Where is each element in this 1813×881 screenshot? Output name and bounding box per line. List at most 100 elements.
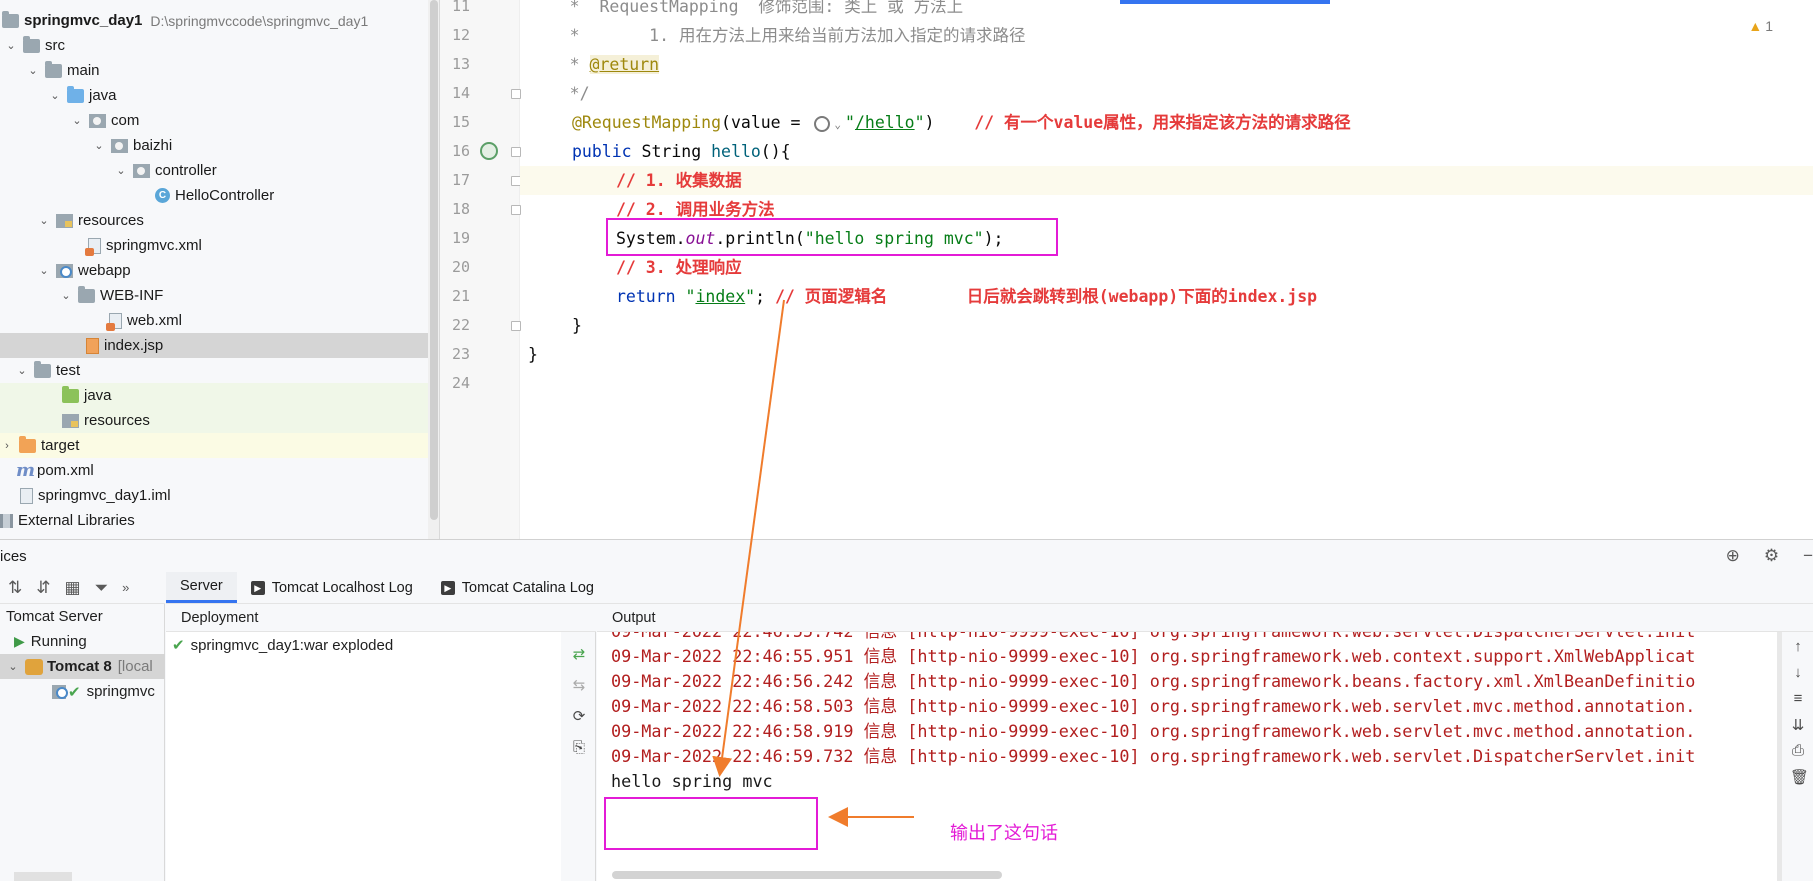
web-folder-icon [56, 263, 73, 278]
services-toolbar: ⇅ ⇵ ▦ ⏷ » [0, 572, 165, 604]
log-line: 09-Mar-2022 22:46:58.503 信息 [http-nio-99… [611, 696, 1696, 716]
services-tree: Tomcat Server ▶ Running ⌄ Tomcat 8 [loca… [0, 604, 165, 881]
code-line-14: */ [520, 84, 590, 103]
output-horizontal-scrollbar[interactable] [612, 871, 1002, 879]
request-mapping-gutter-icon[interactable] [480, 142, 498, 160]
more-icon[interactable]: » [122, 580, 129, 595]
test-folder-icon [62, 385, 79, 403]
tree-item-com[interactable]: ⌄ com [0, 108, 428, 133]
chevron-down-icon[interactable]: ⌄ [92, 139, 106, 152]
deploy-icon[interactable]: ⇄ [570, 646, 588, 664]
tree-item-springmvc-xml[interactable]: springmvc.xml [0, 233, 428, 258]
tree-item-pom-xml[interactable]: m pom.xml [0, 458, 428, 483]
tree-item-main[interactable]: ⌄ main [0, 58, 428, 83]
package-icon [133, 163, 150, 178]
output-header: Output [597, 604, 1813, 632]
project-scrollbar[interactable] [428, 0, 439, 539]
services-tree-scrollbar[interactable] [14, 872, 72, 881]
tree-item-tomcat-server[interactable]: Tomcat Server [0, 604, 165, 629]
warning-icon: ▲ [1748, 18, 1763, 34]
scroll-down-icon[interactable]: ↓ [1790, 664, 1806, 681]
jsp-file-icon [86, 337, 99, 354]
tree-item-index-jsp[interactable]: index.jsp [0, 333, 428, 358]
soft-wrap-icon[interactable]: ≡ [1790, 690, 1806, 707]
gear-icon[interactable]: ⚙ [1764, 546, 1779, 566]
minimize-icon[interactable]: − [1803, 546, 1813, 566]
line-number: 19 [451, 229, 470, 247]
collapse-all-icon[interactable]: ⇵ [36, 578, 50, 598]
chevron-down-icon[interactable]: ⌄ [6, 660, 20, 673]
tree-item-test[interactable]: ⌄ test [0, 358, 428, 383]
clear-icon[interactable]: 🗑 [1790, 768, 1809, 786]
source-folder-icon [67, 85, 84, 103]
target-icon[interactable]: ⊕ [1726, 546, 1740, 566]
tree-item-artifact[interactable]: ✔ springmvc [0, 679, 165, 704]
folder-icon [34, 360, 51, 378]
line-number: 21 [451, 287, 470, 305]
tree-item-test-java[interactable]: java [0, 383, 428, 408]
tree-item-java[interactable]: ⌄ java [0, 83, 428, 108]
code-editor[interactable]: 11 12 13 14 15 16 17 18 19 20 21 22 23 2… [440, 0, 1813, 539]
chevron-down-icon[interactable]: ⌄ [4, 39, 18, 52]
deployment-item[interactable]: ✔ springmvc_day1:war exploded [172, 636, 393, 655]
tree-item-webapp[interactable]: ⌄ webapp [0, 258, 428, 283]
code-line-20: // 3. 处理响应 [616, 258, 742, 277]
globe-icon[interactable] [814, 115, 831, 132]
chevron-down-icon[interactable]: ⌄ [48, 89, 62, 102]
tree-item-web-inf[interactable]: ⌄ WEB-INF [0, 283, 428, 308]
inspection-warning-badge[interactable]: ▲ 1 [1748, 18, 1773, 34]
chevron-right-icon[interactable]: › [0, 440, 14, 452]
tree-item-web-xml[interactable]: web.xml [0, 308, 428, 333]
tree-item-tomcat8[interactable]: ⌄ Tomcat 8 [local [0, 654, 165, 679]
print-icon[interactable]: ⎙ [1790, 742, 1806, 759]
chevron-down-icon[interactable]: ⌄ [70, 114, 84, 127]
scroll-to-end-icon[interactable]: ⇊ [1790, 716, 1806, 734]
tree-root[interactable]: springmvc_day1 D:\springmvccode\springmv… [0, 8, 428, 33]
update-icon[interactable]: ⎘ [570, 739, 588, 757]
code-line-15: @RequestMapping(value = ⌄ "/hello") // 有一… [572, 113, 1351, 132]
tree-item-hellocontroller[interactable]: C HelloController [0, 183, 428, 208]
tree-item-target[interactable]: › target [0, 433, 428, 458]
output-side-toolbar: ↑ ↓ ≡ ⇊ ⎙ 🗑 [1782, 632, 1813, 881]
excluded-folder-icon [19, 435, 36, 453]
code-line-17: // 1. 收集数据 [520, 166, 1813, 195]
xml-file-icon [85, 237, 101, 256]
tree-item-running[interactable]: ▶ Running [0, 629, 165, 654]
log-line: 09-Mar-2022 22:46:56.242 信息 [http-nio-99… [611, 671, 1696, 691]
tree-item-test-resources[interactable]: resources [0, 408, 428, 433]
line-number: 15 [451, 113, 470, 131]
services-title-actions: ⊕ ⚙ − [1726, 546, 1813, 566]
chevron-down-icon[interactable]: ⌄ [59, 289, 73, 302]
chevron-down-icon[interactable]: ⌄ [15, 364, 29, 377]
tree-item-resources[interactable]: ⌄ resources [0, 208, 428, 233]
chevron-down-icon[interactable]: ⌄ [37, 264, 51, 277]
chevron-down-icon[interactable]: ⌄ [114, 164, 128, 177]
package-icon [89, 113, 106, 128]
module-folder-icon [2, 10, 19, 28]
tree-item-baizhi[interactable]: ⌄ baizhi [0, 133, 428, 158]
log-line: 09-Mar-2022 22:46:55.951 信息 [http-nio-99… [611, 646, 1696, 666]
log-line: 09-Mar-2022 22:46:55.742 信息 [http-nio-99… [611, 632, 1695, 644]
tree-item-src[interactable]: ⌄ src [0, 33, 428, 58]
package-icon [111, 138, 128, 153]
check-icon: ✔ [68, 683, 81, 701]
folder-icon [78, 285, 95, 303]
refresh-icon[interactable]: ⟳ [570, 708, 588, 726]
group-icon[interactable]: ▦ [65, 578, 81, 598]
tab-localhost-log[interactable]: ▶ Tomcat Localhost Log [237, 572, 427, 603]
tab-catalina-log[interactable]: ▶ Tomcat Catalina Log [427, 572, 608, 603]
tree-item-iml[interactable]: springmvc_day1.iml [0, 483, 428, 508]
chevron-down-icon[interactable]: ⌄ [26, 64, 40, 77]
scroll-up-icon[interactable]: ↑ [1790, 638, 1806, 655]
test-resources-folder-icon [62, 413, 79, 428]
expand-all-icon[interactable]: ⇅ [8, 578, 22, 598]
chevron-down-icon[interactable]: ⌄ [37, 214, 51, 227]
undeploy-icon[interactable]: ⇆ [570, 677, 588, 695]
tab-server[interactable]: Server [166, 572, 237, 603]
annotation-text: 输出了这句话 [950, 823, 1058, 844]
tree-item-external-libraries[interactable]: External Libraries [0, 508, 428, 533]
tree-item-controller[interactable]: ⌄ controller [0, 158, 428, 183]
filter-icon[interactable]: ⏷ [95, 578, 109, 598]
output-console[interactable]: 09-Mar-2022 22:46:55.742 信息 [http-nio-99… [597, 632, 1782, 881]
chevron-down-icon[interactable]: ⌄ [834, 118, 841, 131]
